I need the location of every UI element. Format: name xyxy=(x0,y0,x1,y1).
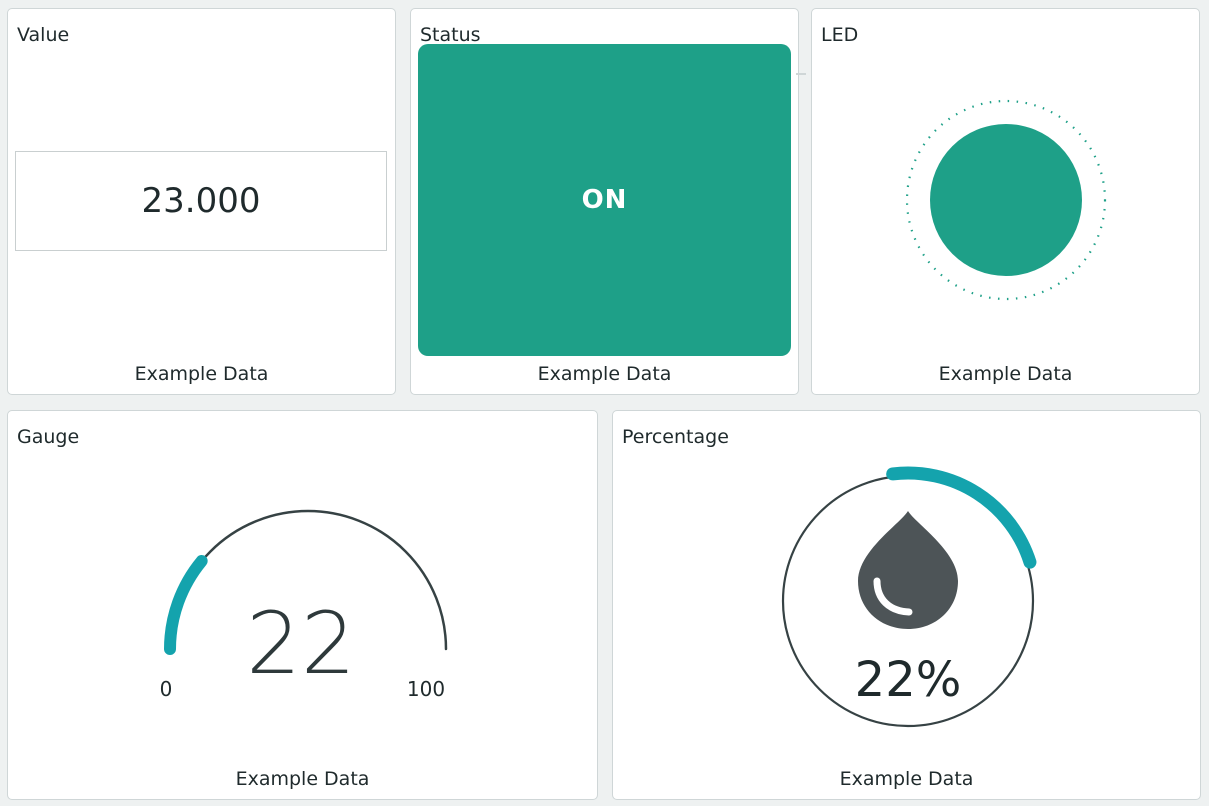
status-toggle-button[interactable]: ON xyxy=(418,44,791,356)
status-widget: Status ON Example Data xyxy=(410,8,806,395)
led-widget: LED Example Data xyxy=(811,8,1200,395)
led-indicator xyxy=(905,99,1107,301)
percentage-dial: 22% xyxy=(781,466,1037,728)
gauge-value: 22 xyxy=(246,594,355,694)
gauge-min-label: 0 xyxy=(160,677,173,701)
widget-title: Value xyxy=(17,24,70,46)
widget-title: Status xyxy=(420,24,481,46)
percentage-value: 22% xyxy=(855,652,962,708)
gauge-fill xyxy=(164,555,208,655)
gauge-max-label: 100 xyxy=(407,677,445,701)
percentage-widget: Percentage 22% Example Data xyxy=(612,410,1201,800)
widget-footer: Example Data xyxy=(537,363,672,385)
scroll-indicator xyxy=(796,73,806,79)
value-display: 23.000 xyxy=(15,151,387,251)
widget-footer: Example Data xyxy=(235,768,370,790)
led-light xyxy=(930,124,1082,276)
widget-footer: Example Data xyxy=(938,363,1073,385)
widget-footer: Example Data xyxy=(134,363,269,385)
water-drop-icon xyxy=(858,511,958,629)
value-widget: Value 23.000 Example Data xyxy=(7,8,396,395)
gauge-dial: 22 0 100 xyxy=(160,509,448,701)
widget-footer: Example Data xyxy=(839,768,974,790)
gauge-widget: Gauge 22 0 100 Example Data xyxy=(7,410,598,800)
